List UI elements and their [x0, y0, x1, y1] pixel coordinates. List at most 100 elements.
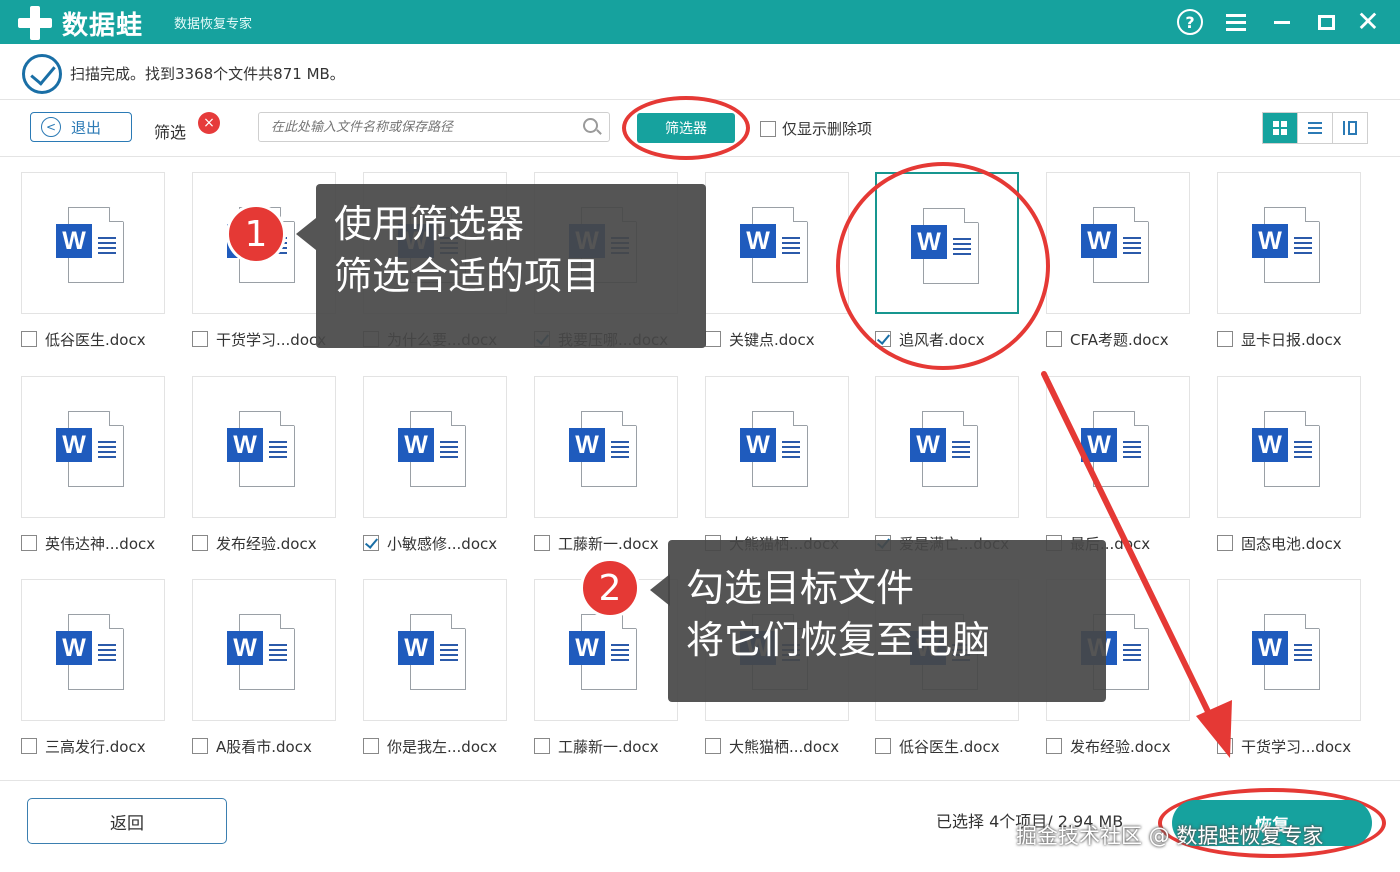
step-2-badge: 2 [580, 558, 640, 618]
file-tile[interactable]: W [21, 579, 165, 721]
file-caption: CFA考题.docx [1046, 328, 1169, 350]
file-tile[interactable]: W [1217, 172, 1361, 314]
grid-view-button[interactable] [1263, 113, 1298, 143]
word-letter: W [1081, 224, 1117, 258]
file-checkbox[interactable] [705, 331, 721, 347]
file-checkbox[interactable] [1217, 535, 1233, 551]
file-name: CFA考题.docx [1070, 330, 1169, 349]
minimize-icon[interactable] [1266, 6, 1298, 38]
file-checkbox[interactable] [875, 738, 891, 754]
word-document-icon: W [227, 614, 299, 690]
file-tile[interactable]: W [534, 376, 678, 518]
file-caption: 发布经验.docx [192, 532, 317, 554]
file-tile[interactable]: W [192, 376, 336, 518]
file-checkbox[interactable] [1046, 738, 1062, 754]
grid-icon [1273, 121, 1287, 135]
file-caption: 低谷医生.docx [21, 328, 146, 350]
clear-filter-icon[interactable]: × [198, 112, 220, 134]
file-name: 低谷医生.docx [45, 330, 146, 349]
file-checkbox[interactable] [21, 738, 37, 754]
file-tile[interactable]: W [1217, 376, 1361, 518]
file-tile[interactable]: W [1046, 376, 1190, 518]
back-arrow-icon: < [41, 117, 61, 137]
file-tile[interactable]: W [21, 376, 165, 518]
file-tile[interactable]: W [363, 376, 507, 518]
word-letter: W [1252, 224, 1288, 258]
word-letter: W [398, 631, 434, 665]
filter-highlight-ring [622, 96, 750, 160]
file-name: 英伟达神...docx [45, 534, 156, 553]
close-icon[interactable]: ✕ [1352, 6, 1384, 38]
file-checkbox[interactable] [1046, 331, 1062, 347]
file-checkbox[interactable] [534, 535, 550, 551]
word-document-icon: W [910, 411, 982, 487]
word-document-icon: W [569, 614, 641, 690]
word-letter: W [1252, 428, 1288, 462]
file-name: 你是我左...docx [387, 737, 498, 756]
callout-step-1-pointer [296, 218, 316, 250]
word-letter: W [398, 428, 434, 462]
file-name: 工藤新一.docx [558, 737, 659, 756]
file-tile[interactable]: W [705, 172, 849, 314]
word-document-icon: W [56, 614, 128, 690]
file-name: 小敏感修...docx [387, 534, 498, 553]
file-caption: 关键点.docx [705, 328, 815, 350]
word-document-icon: W [569, 411, 641, 487]
word-letter: W [227, 631, 263, 665]
file-name: 发布经验.docx [1070, 737, 1171, 756]
file-checkbox[interactable] [534, 738, 550, 754]
file-checkbox[interactable] [192, 535, 208, 551]
only-deleted-toggle[interactable]: 仅显示删除项 [760, 118, 872, 139]
file-caption: 工藤新一.docx [534, 735, 659, 757]
maximize-icon[interactable] [1310, 6, 1342, 38]
word-letter: W [56, 224, 92, 258]
step-1-badge: 1 [226, 204, 286, 264]
word-document-icon: W [1081, 411, 1153, 487]
word-document-icon: W [740, 207, 812, 283]
file-checkbox[interactable] [363, 535, 379, 551]
file-tile[interactable]: W [363, 579, 507, 721]
app-name: 数据蛙 [62, 11, 144, 41]
menu-icon[interactable] [1220, 6, 1252, 38]
word-letter: W [1252, 631, 1288, 665]
file-tile[interactable]: W [192, 579, 336, 721]
file-caption: A股看市.docx [192, 735, 312, 757]
file-checkbox[interactable] [21, 331, 37, 347]
file-tile[interactable]: W [875, 376, 1019, 518]
word-document-icon: W [227, 411, 299, 487]
file-checkbox[interactable] [21, 535, 37, 551]
word-document-icon: W [1252, 207, 1324, 283]
file-checkbox[interactable] [192, 738, 208, 754]
file-name: 干货学习...docx [1241, 737, 1352, 756]
list-view-button[interactable] [1298, 113, 1333, 143]
file-name: 关键点.docx [729, 330, 815, 349]
word-document-icon: W [740, 411, 812, 487]
file-caption: 发布经验.docx [1046, 735, 1171, 757]
return-button[interactable]: 返回 [27, 798, 227, 844]
file-checkbox[interactable] [1217, 331, 1233, 347]
file-tile[interactable]: W [1217, 579, 1361, 721]
file-tile[interactable]: W [705, 376, 849, 518]
callout-step-2-pointer [650, 574, 670, 606]
word-letter: W [910, 428, 946, 462]
help-icon[interactable]: ? [1174, 6, 1206, 38]
callout-step-2: 勾选目标文件 将它们恢复至电脑 [668, 540, 1106, 702]
exit-button-label: 退出 [71, 118, 102, 137]
file-checkbox[interactable] [1217, 738, 1233, 754]
file-tile[interactable]: W [21, 172, 165, 314]
only-deleted-checkbox[interactable] [760, 120, 776, 137]
file-tile[interactable]: W [1046, 172, 1190, 314]
check-circle-icon [22, 54, 62, 94]
search-input[interactable] [258, 112, 610, 142]
callout-step-1-line-2: 筛选合适的项目 [334, 254, 601, 298]
file-checkbox[interactable] [363, 738, 379, 754]
app-logo-icon [18, 6, 52, 40]
file-caption: 英伟达神...docx [21, 532, 155, 554]
detail-view-button[interactable] [1333, 113, 1367, 143]
file-checkbox[interactable] [192, 331, 208, 347]
file-checkbox[interactable] [705, 738, 721, 754]
word-document-icon: W [56, 411, 128, 487]
search-icon[interactable] [583, 118, 598, 133]
exit-button[interactable]: < 退出 [30, 112, 132, 142]
word-letter: W [740, 428, 776, 462]
